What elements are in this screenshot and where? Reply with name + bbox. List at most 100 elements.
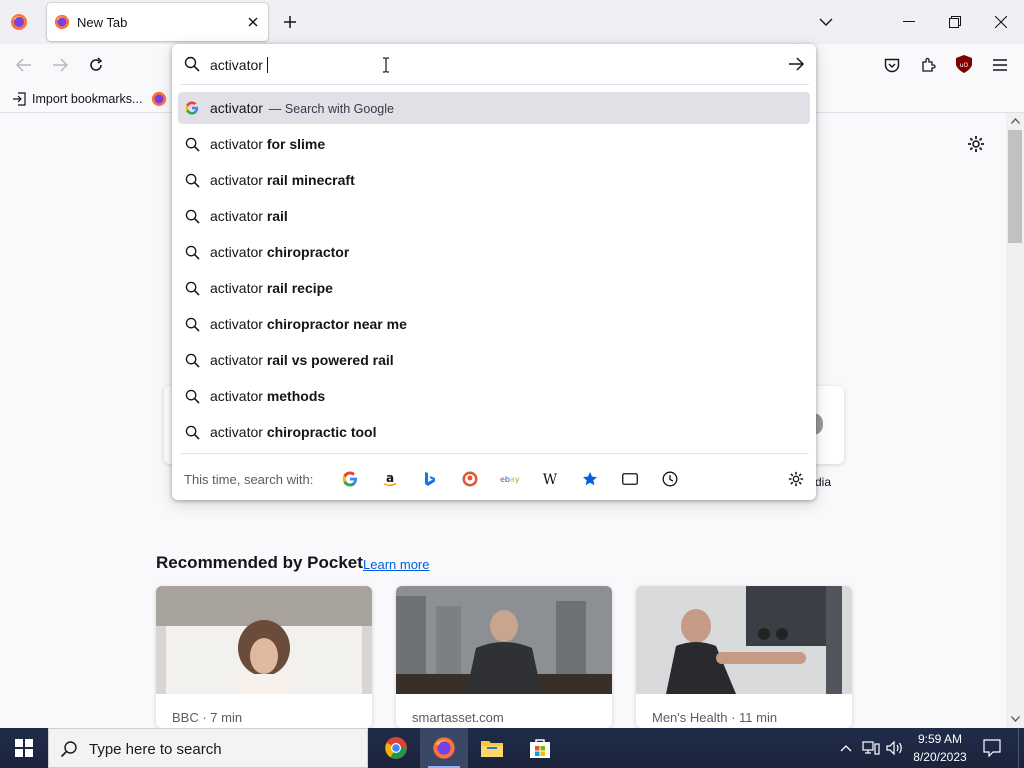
suggestion-completion: for slime: [266, 136, 326, 152]
scroll-down-icon[interactable]: [1008, 713, 1022, 725]
firefox-taskbar-icon[interactable]: [420, 728, 468, 768]
tab-title: New Tab: [77, 15, 128, 30]
pocket-card-image: [156, 586, 372, 694]
search-icon: [184, 352, 200, 368]
search-icon: [184, 424, 200, 440]
show-hidden-icons-chevron-icon[interactable]: [836, 738, 856, 758]
suggestion-prefix: activator: [210, 208, 263, 224]
pocket-card-source: Men's Health · 11 min: [652, 710, 778, 725]
suggestion-prefix: activator: [210, 388, 263, 404]
bookmarks-star-icon[interactable]: [579, 468, 601, 490]
suggestion-prefix: activator: [210, 424, 263, 440]
suggestion-row[interactable]: activator rail minecraft: [178, 164, 810, 196]
scrollbar-thumb[interactable]: [1008, 130, 1022, 243]
suggestion-row[interactable]: activator for slime: [178, 128, 810, 160]
pocket-heading: Recommended by Pocket: [156, 553, 363, 572]
suggestion-completion: methods: [266, 388, 326, 404]
one-off-search-label: This time, search with:: [184, 472, 314, 487]
taskbar-search-placeholder: Type here to search: [89, 741, 222, 758]
restore-icon[interactable]: [932, 0, 978, 44]
scroll-up-icon[interactable]: [1008, 115, 1022, 127]
firefox-view-icon[interactable]: [8, 11, 30, 33]
clock-date[interactable]: 8/20/2023: [906, 750, 974, 764]
bing-icon[interactable]: [419, 468, 441, 490]
close-window-icon[interactable]: [978, 0, 1024, 44]
suggestion-text: activator chiropractor: [210, 244, 349, 260]
notification-center-icon[interactable]: [980, 736, 1004, 760]
suggestion-row[interactable]: activator chiropractic tool: [178, 416, 810, 448]
chrome-taskbar-icon[interactable]: [372, 728, 420, 768]
svg-text:W: W: [543, 472, 558, 486]
suggestion-row[interactable]: activator rail recipe: [178, 272, 810, 304]
suggestion-row[interactable]: activator rail: [178, 200, 810, 232]
show-desktop-button[interactable]: [1018, 728, 1024, 768]
clock-time[interactable]: 9:59 AM: [916, 732, 964, 746]
windows-start-icon[interactable]: [0, 728, 48, 768]
amazon-icon[interactable]: a: [379, 468, 401, 490]
url-input[interactable]: activator: [210, 57, 268, 73]
history-icon[interactable]: [659, 468, 681, 490]
search-icon: [183, 55, 201, 73]
google-icon[interactable]: [339, 468, 361, 490]
suggestion-prefix: activator: [210, 136, 263, 152]
suggestion-completion: chiropractic tool: [266, 424, 377, 440]
forward-icon[interactable]: [50, 55, 70, 75]
pocket-learn-more-link[interactable]: Learn more: [363, 557, 429, 572]
svg-text:ebay: ebay: [500, 475, 520, 484]
divider: [181, 453, 809, 454]
svg-text:a: a: [386, 471, 394, 485]
suggestion-completion: chiropractor near me: [266, 316, 407, 332]
suggestion-text: activator rail vs powered rail: [210, 352, 394, 368]
suggestion-prefix: activator: [210, 244, 263, 260]
suggestion-row[interactable]: activator chiropractor: [178, 236, 810, 268]
suggestion-text: activator methods: [210, 388, 325, 404]
suggestion-text: activator chiropractor near me: [210, 316, 407, 332]
microsoft-store-taskbar-icon[interactable]: [516, 728, 564, 768]
suggestion-text: activator for slime: [210, 136, 325, 152]
volume-icon[interactable]: [884, 738, 906, 758]
suggestion-completion: rail minecraft: [266, 172, 355, 188]
suggestion-text: activator — Search with Google: [210, 100, 394, 116]
search-icon: [59, 739, 79, 759]
wikipedia-icon[interactable]: W: [539, 468, 561, 490]
firefox-bookmark-icon[interactable]: [150, 90, 168, 108]
search-icon: [184, 136, 200, 152]
duckduckgo-icon[interactable]: [459, 468, 481, 490]
suggestion-completion: rail recipe: [266, 280, 333, 296]
reload-icon[interactable]: [86, 55, 106, 75]
ublock-origin-icon[interactable]: uO: [954, 54, 974, 74]
suggestion-prefix: activator: [210, 280, 263, 296]
close-tab-icon[interactable]: [244, 13, 262, 31]
suggestion-completion: chiropractor: [266, 244, 350, 260]
import-bookmarks-button[interactable]: Import bookmarks...: [32, 92, 142, 106]
personalize-gear-icon[interactable]: [966, 134, 986, 154]
search-icon: [184, 244, 200, 260]
list-all-tabs-icon[interactable]: [816, 12, 836, 32]
tabs-icon[interactable]: [619, 468, 641, 490]
extensions-icon[interactable]: [918, 55, 938, 75]
suggestion-row[interactable]: activator — Search with Google: [178, 92, 810, 124]
suggestion-prefix: activator: [210, 316, 263, 332]
search-icon: [184, 316, 200, 332]
pocket-card-image: [636, 586, 852, 694]
suggestion-text: activator rail: [210, 208, 288, 224]
pocket-card[interactable]: BBC · 7 min: [156, 586, 372, 728]
new-tab-icon[interactable]: [280, 12, 300, 32]
suggestion-row[interactable]: activator rail vs powered rail: [178, 344, 810, 376]
minimize-icon[interactable]: [886, 0, 932, 44]
taskbar-search-box[interactable]: Type here to search: [48, 728, 368, 768]
file-explorer-taskbar-icon[interactable]: [468, 728, 516, 768]
search-icon: [184, 388, 200, 404]
network-icon[interactable]: [860, 738, 882, 758]
pocket-icon[interactable]: [882, 55, 902, 75]
go-arrow-icon[interactable]: [785, 54, 807, 74]
ebay-icon[interactable]: ebay: [499, 468, 521, 490]
pocket-card[interactable]: smartasset.com: [396, 586, 612, 728]
suggestion-row[interactable]: activator methods: [178, 380, 810, 412]
search-settings-gear-icon[interactable]: [785, 468, 807, 490]
menu-icon[interactable]: [990, 55, 1010, 75]
back-icon[interactable]: [14, 55, 34, 75]
suggestion-row[interactable]: activator chiropractor near me: [178, 308, 810, 340]
pocket-card[interactable]: Men's Health · 11 min: [636, 586, 852, 728]
suggestion-text: activator rail minecraft: [210, 172, 355, 188]
